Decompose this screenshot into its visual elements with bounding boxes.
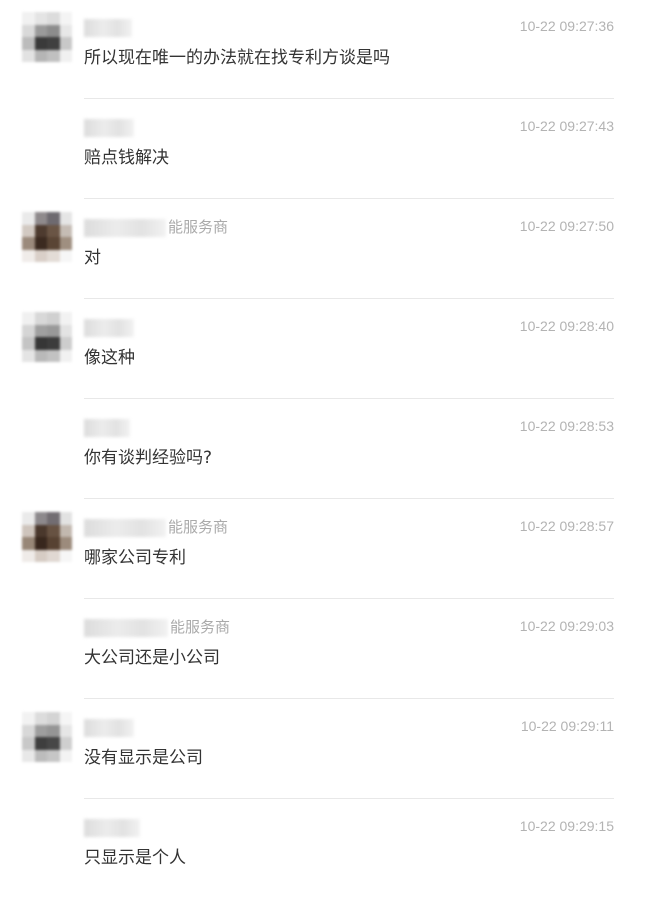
message-text: 只显示是个人: [84, 848, 186, 868]
redacted-name: [84, 18, 132, 37]
divider: [84, 198, 614, 199]
message-text: 像这种: [84, 348, 135, 368]
chat-message: 能服务商 10-22 09:27:50 对: [0, 200, 667, 300]
sender-name: [84, 117, 136, 137]
chat-message: 10-22 09:27:43 赔点钱解决: [0, 100, 667, 200]
divider: [84, 698, 614, 699]
divider: [84, 398, 614, 399]
avatar[interactable]: [22, 212, 72, 262]
divider: [84, 98, 614, 99]
sender-name: [84, 717, 136, 737]
message-text: 大公司还是小公司: [84, 648, 220, 668]
redacted-name: [84, 418, 130, 437]
message-timestamp: 10-22 09:28:40: [519, 318, 614, 334]
sender-name: 能服务商: [84, 617, 230, 637]
message-text: 对: [84, 248, 101, 268]
message-timestamp: 10-22 09:29:03: [519, 618, 614, 634]
redacted-name: [84, 718, 134, 737]
message-timestamp: 10-22 09:28:53: [519, 418, 614, 434]
sender-name: [84, 317, 136, 337]
sender-name: [84, 417, 132, 437]
message-timestamp: 10-22 09:29:11: [520, 718, 614, 734]
avatar[interactable]: [22, 712, 72, 762]
chat-message: 10-22 09:28:53 你有谈判经验吗?: [0, 400, 667, 500]
redacted-name: [84, 618, 168, 637]
message-text: 赔点钱解决: [84, 148, 169, 168]
chat-message: 10-22 09:28:40 像这种: [0, 300, 667, 400]
redacted-name: [84, 218, 166, 237]
message-timestamp: 10-22 09:29:15: [519, 818, 614, 834]
message-text: 你有谈判经验吗?: [84, 448, 213, 468]
message-timestamp: 10-22 09:27:43: [519, 118, 614, 134]
chat-message: 能服务商 10-22 09:29:03 大公司还是小公司: [0, 600, 667, 700]
divider: [84, 498, 614, 499]
redacted-name: [84, 318, 134, 337]
avatar[interactable]: [22, 12, 72, 62]
avatar[interactable]: [22, 312, 72, 362]
redacted-name: [84, 818, 140, 837]
sender-name: [84, 17, 134, 37]
redacted-name: [84, 118, 134, 137]
message-text: 所以现在唯一的办法就在找专利方谈是吗: [84, 48, 390, 68]
sender-name: 能服务商: [84, 217, 228, 237]
divider: [84, 798, 614, 799]
chat-message: 能服务商 10-22 09:28:57 哪家公司专利: [0, 500, 667, 600]
chat-message: 10-22 09:29:15 只显示是个人: [0, 800, 667, 900]
sender-name: 能服务商: [84, 517, 228, 537]
message-text: 哪家公司专利: [84, 548, 186, 568]
message-text: 没有显示是公司: [84, 748, 203, 768]
avatar[interactable]: [22, 512, 72, 562]
redacted-name: [84, 518, 166, 537]
chat-message: 10-22 09:27:36 所以现在唯一的办法就在找专利方谈是吗: [0, 0, 667, 100]
message-timestamp: 10-22 09:28:57: [519, 518, 614, 534]
message-timestamp: 10-22 09:27:50: [519, 218, 614, 234]
sender-name: [84, 817, 142, 837]
divider: [84, 598, 614, 599]
divider: [84, 298, 614, 299]
chat-message: 10-22 09:29:11 没有显示是公司: [0, 700, 667, 800]
message-timestamp: 10-22 09:27:36: [519, 18, 614, 34]
